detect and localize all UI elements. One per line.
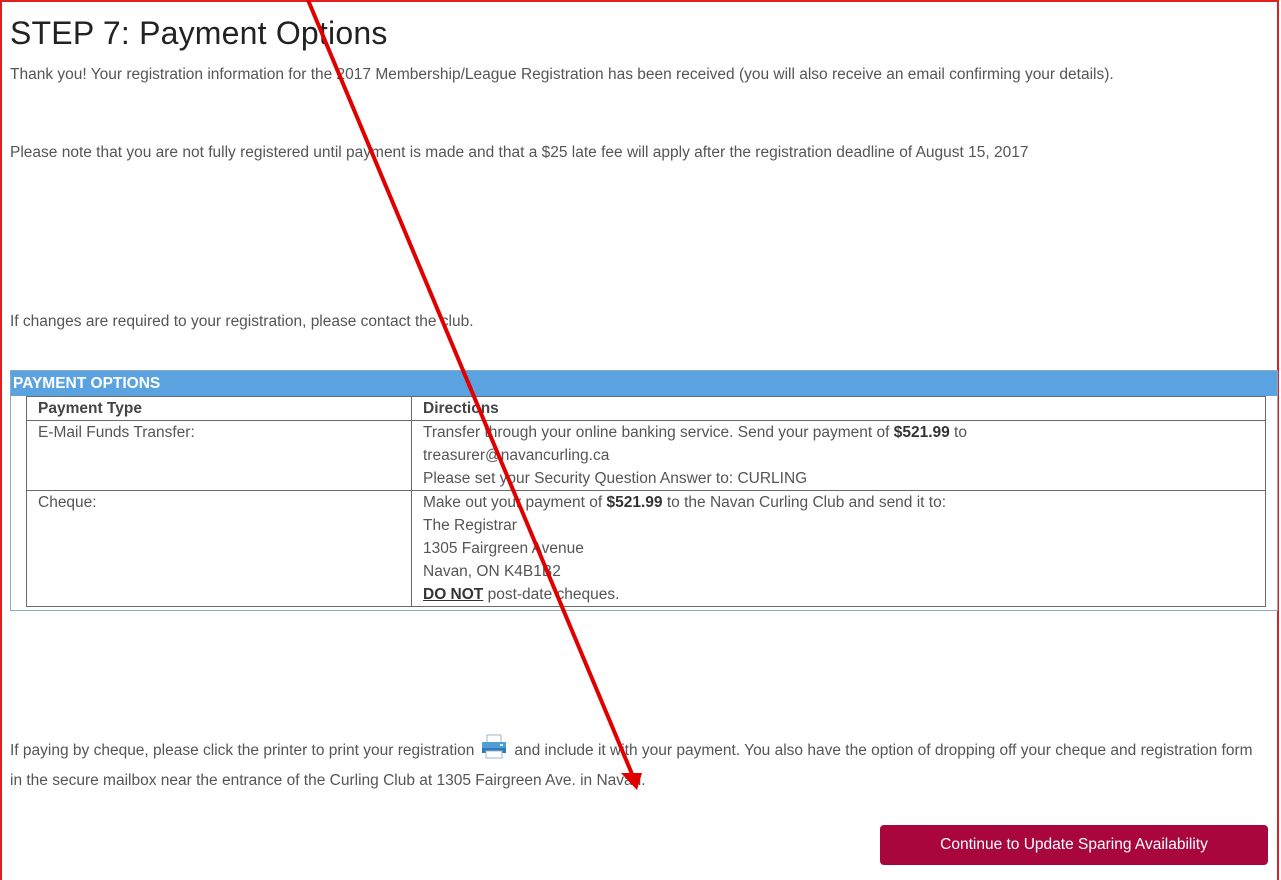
etransfer-email: treasurer@navancurling.ca <box>423 447 610 464</box>
postdate-text: post-date cheques. <box>483 586 620 603</box>
print-text-before: If paying by cheque, please click the pr… <box>10 742 475 759</box>
continue-button[interactable]: Continue to Update Sparing Availability <box>880 825 1268 865</box>
do-not-text: DO NOT <box>423 586 484 603</box>
address-line-3: Navan, ON K4B1B2 <box>423 563 561 580</box>
directions-cheque: Make out your payment of $521.99 to the … <box>411 490 1266 607</box>
cheque-instruction: Make out your payment of $521.99 to the … <box>423 491 1254 514</box>
changes-note: If changes are required to your registra… <box>10 313 474 330</box>
etransfer-text: Transfer through your online banking ser… <box>423 424 894 441</box>
table-row-etransfer: E-Mail Funds Transfer: Transfer through … <box>26 420 1266 491</box>
payment-options-header: PAYMENT OPTIONS <box>11 371 1277 396</box>
cheque-text-rest: to the Navan Curling Club and send it to… <box>662 494 947 511</box>
printer-icon[interactable] <box>480 734 508 760</box>
cheque-text: Make out your payment of <box>423 494 607 511</box>
column-header-directions: Directions <box>411 396 1266 421</box>
table-row-cheque: Cheque: Make out your payment of $521.99… <box>26 490 1266 607</box>
postdate-warning: DO NOT post-date cheques. <box>423 583 1254 606</box>
etransfer-instruction: Transfer through your online banking ser… <box>423 421 1254 444</box>
directions-etransfer: Transfer through your online banking ser… <box>411 420 1266 491</box>
payment-type-etransfer: E-Mail Funds Transfer: <box>26 420 412 491</box>
page-title: STEP 7: Payment Options <box>10 15 388 51</box>
etransfer-text-to: to <box>949 424 967 441</box>
etransfer-amount: $521.99 <box>893 424 950 441</box>
print-instructions: If paying by cheque, please click the pr… <box>10 734 1265 796</box>
table-header-row: Payment Type Directions <box>26 396 1266 421</box>
column-header-payment-type: Payment Type <box>26 396 412 421</box>
late-fee-note: Please note that you are not fully regis… <box>10 144 1029 161</box>
payment-options-table: Payment Type Directions E-Mail Funds Tra… <box>26 396 1266 607</box>
thank-you-text: Thank you! Your registration information… <box>10 66 1114 83</box>
address-line-1: The Registrar <box>423 517 517 534</box>
payment-type-cheque: Cheque: <box>26 490 412 607</box>
security-question-note: Please set your Security Question Answer… <box>423 470 808 487</box>
payment-options-section: PAYMENT OPTIONS Payment Type Directions … <box>10 370 1278 611</box>
cheque-amount: $521.99 <box>606 494 663 511</box>
address-line-2: 1305 Fairgreen Avenue <box>423 540 584 557</box>
